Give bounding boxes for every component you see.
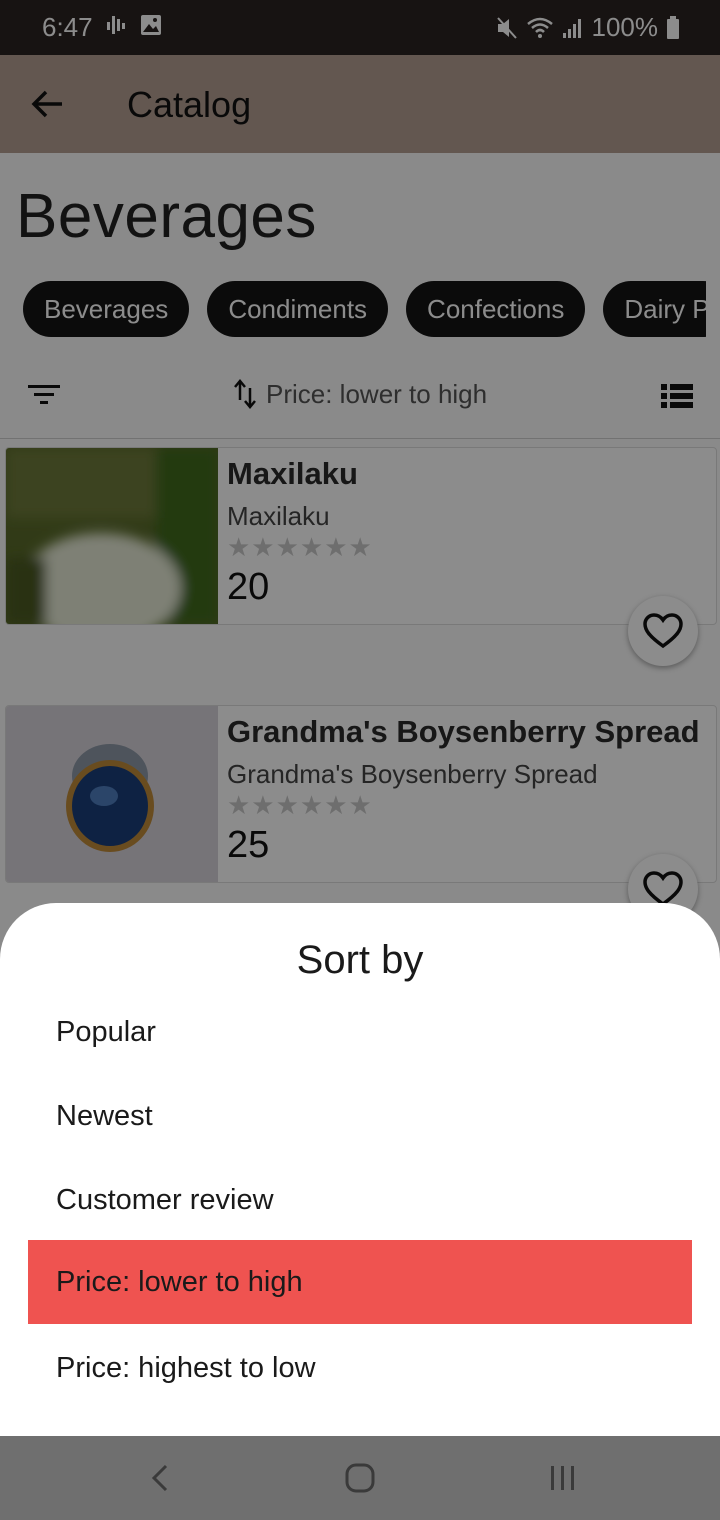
sort-option-price-low-to-high[interactable]: Price: lower to high xyxy=(28,1240,692,1324)
sort-option-popular[interactable]: Popular xyxy=(28,990,692,1074)
nav-recents-icon xyxy=(551,1466,574,1490)
sort-sheet-title: Sort by xyxy=(296,938,424,982)
nav-home-icon xyxy=(345,1463,375,1493)
sort-option-customer-review[interactable]: Customer review xyxy=(28,1158,692,1242)
nav-home-button[interactable] xyxy=(340,1458,380,1498)
nav-back-icon xyxy=(151,1464,168,1492)
sort-option-price-high-to-low[interactable]: Price: highest to low xyxy=(28,1326,692,1410)
nav-back-button[interactable] xyxy=(140,1458,180,1498)
sort-option-newest[interactable]: Newest xyxy=(28,1074,692,1158)
nav-recents-button[interactable] xyxy=(543,1458,583,1498)
